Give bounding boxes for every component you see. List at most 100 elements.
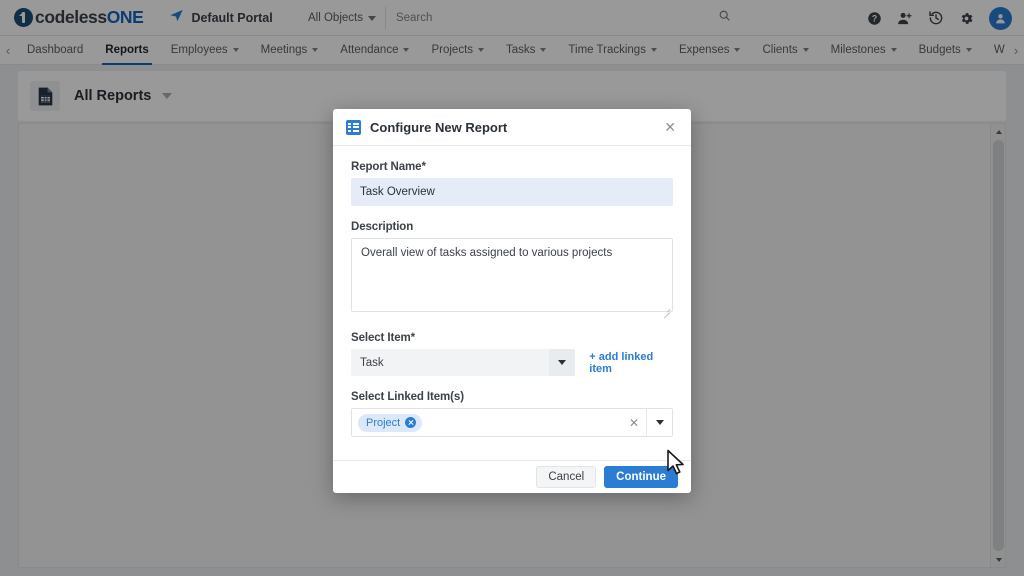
nav-item-label: Budgets: [918, 44, 961, 56]
page-title: All Reports: [74, 88, 152, 104]
configure-new-report-dialog: Configure New Report ✕ Report Name* Desc…: [333, 109, 691, 493]
nav-item-budgets[interactable]: Budgets: [908, 36, 983, 65]
nav-item-label: Milestones: [830, 44, 886, 56]
chevron-down-icon: [478, 48, 485, 52]
logo-text: codelessONE: [35, 7, 144, 28]
cancel-button[interactable]: Cancel: [536, 466, 597, 488]
chip-remove-icon[interactable]: [405, 417, 417, 428]
chevron-down-icon[interactable]: [162, 93, 173, 99]
chevron-down-icon: [802, 48, 809, 52]
codelessone-logo-icon: [14, 8, 33, 27]
dialog-title: Configure New Report: [370, 119, 508, 135]
select-item-field-block: Select Item* Task + add linked item: [351, 332, 673, 376]
select-item-dropdown[interactable]: Task: [351, 349, 576, 376]
linked-items-multiselect[interactable]: Project ✕: [351, 408, 673, 437]
description-label: Description: [351, 221, 414, 233]
nav-item-label: Time Trackings: [568, 44, 646, 56]
add-user-icon[interactable]: [897, 11, 913, 26]
chevron-down-icon: [367, 15, 376, 21]
clear-all-icon[interactable]: ✕: [622, 416, 646, 430]
portal-selector[interactable]: Default Portal: [169, 8, 273, 28]
mouse-pointer: [666, 449, 686, 482]
close-icon[interactable]: ✕: [662, 117, 678, 137]
nav-item-label: Attendance: [340, 44, 399, 56]
nav-item-w[interactable]: W: [983, 36, 1008, 65]
report-name-label: Report Name*: [351, 161, 426, 173]
linked-item-chip[interactable]: Project: [358, 413, 423, 432]
dialog-footer: Cancel Continue: [333, 460, 691, 493]
nav-item-label: Expenses: [678, 44, 730, 56]
portal-label: Default Portal: [191, 10, 273, 25]
nav-item-label: Clients: [762, 44, 798, 56]
search-input[interactable]: [395, 12, 656, 24]
nav-item-clients[interactable]: Clients: [751, 36, 819, 65]
nav-item-label: Projects: [431, 44, 474, 56]
main-navigation-bar: ‹ Dashboard Reports Employees Meetings Atten…: [0, 36, 1024, 65]
chevron-left-icon[interactable]: ‹: [0, 43, 16, 58]
all-objects-dropdown[interactable]: All Objects: [300, 7, 386, 29]
nav-item-label: Tasks: [506, 44, 536, 56]
dialog-header: Configure New Report ✕: [333, 109, 691, 146]
chevron-right-icon[interactable]: ›: [1008, 43, 1024, 58]
report-document-icon: [30, 81, 60, 111]
paper-plane-icon: [169, 8, 184, 28]
report-list-icon: [346, 119, 361, 135]
scroll-up-arrow-icon[interactable]: [991, 124, 1006, 139]
dropdown-caret-icon[interactable]: [549, 349, 576, 376]
linked-items-field-block: Select Linked Item(s) Project ✕: [351, 391, 673, 437]
dropdown-caret-icon[interactable]: [646, 409, 672, 436]
nav-item-expenses[interactable]: Expenses: [668, 36, 752, 65]
history-icon[interactable]: [928, 10, 944, 26]
help-icon[interactable]: ?: [867, 11, 882, 26]
linked-items-label: Select Linked Item(s): [351, 391, 464, 403]
dialog-body: Report Name* Description Select Item* Ta…: [333, 146, 691, 460]
top-header-bar: codelessONE Default Portal All Objects S…: [0, 0, 1024, 36]
scrollbar-thumb[interactable]: [993, 140, 1004, 551]
scroll-down-arrow-icon[interactable]: [991, 552, 1006, 567]
description-field-block: Description: [351, 221, 673, 317]
nav-item-meetings[interactable]: Meetings: [250, 36, 330, 65]
linked-items-chip-list: Project: [352, 413, 622, 432]
nav-item-attendance[interactable]: Attendance: [329, 36, 420, 65]
user-avatar[interactable]: [989, 6, 1012, 30]
chevron-down-icon: [650, 48, 657, 52]
nav-item-label: Employees: [170, 44, 228, 56]
chevron-down-icon: [232, 48, 239, 52]
header-icon-group: ?: [867, 0, 1012, 36]
chevron-down-icon: [734, 48, 741, 52]
add-linked-item-link[interactable]: + add linked item: [589, 351, 673, 375]
vertical-scrollbar[interactable]: [990, 124, 1005, 567]
nav-item-reports[interactable]: Reports: [94, 36, 159, 65]
all-objects-label: All Objects: [308, 12, 363, 24]
select-item-label: Select Item*: [351, 332, 415, 344]
nav-item-label: Meetings: [260, 44, 308, 56]
nav-item-label: Reports: [105, 44, 149, 56]
search-box[interactable]: [386, 7, 740, 29]
app-logo[interactable]: codelessONE: [14, 7, 144, 28]
nav-item-list: Dashboard Reports Employees Meetings Attenda…: [16, 36, 1008, 65]
chip-label: Project: [366, 416, 401, 429]
nav-item-milestones[interactable]: Milestones: [820, 36, 908, 65]
description-textarea[interactable]: [351, 238, 673, 312]
svg-text:?: ?: [872, 13, 877, 23]
settings-gear-icon[interactable]: [959, 11, 974, 26]
chevron-down-icon: [965, 48, 972, 52]
chevron-down-icon: [540, 48, 547, 52]
chevron-down-icon: [890, 48, 897, 52]
select-item-value: Task: [360, 356, 384, 369]
logo-text-dark: codeless: [35, 7, 107, 27]
nav-item-dashboard[interactable]: Dashboard: [16, 36, 94, 65]
report-name-input[interactable]: [351, 178, 673, 206]
chevron-down-icon: [403, 48, 410, 52]
nav-item-label: Dashboard: [27, 44, 84, 56]
nav-item-label: W: [993, 44, 1005, 56]
report-name-field-block: Report Name*: [351, 161, 673, 206]
logo-text-blue: ONE: [106, 7, 144, 27]
chevron-down-icon: [312, 48, 319, 52]
search-icon[interactable]: [718, 9, 731, 27]
nav-item-projects[interactable]: Projects: [420, 36, 495, 65]
nav-item-employees[interactable]: Employees: [160, 36, 250, 65]
nav-item-tasks[interactable]: Tasks: [495, 36, 557, 65]
nav-item-time-trackings[interactable]: Time Trackings: [557, 36, 668, 65]
app-screen: codelessONE Default Portal All Objects S…: [0, 0, 1024, 576]
